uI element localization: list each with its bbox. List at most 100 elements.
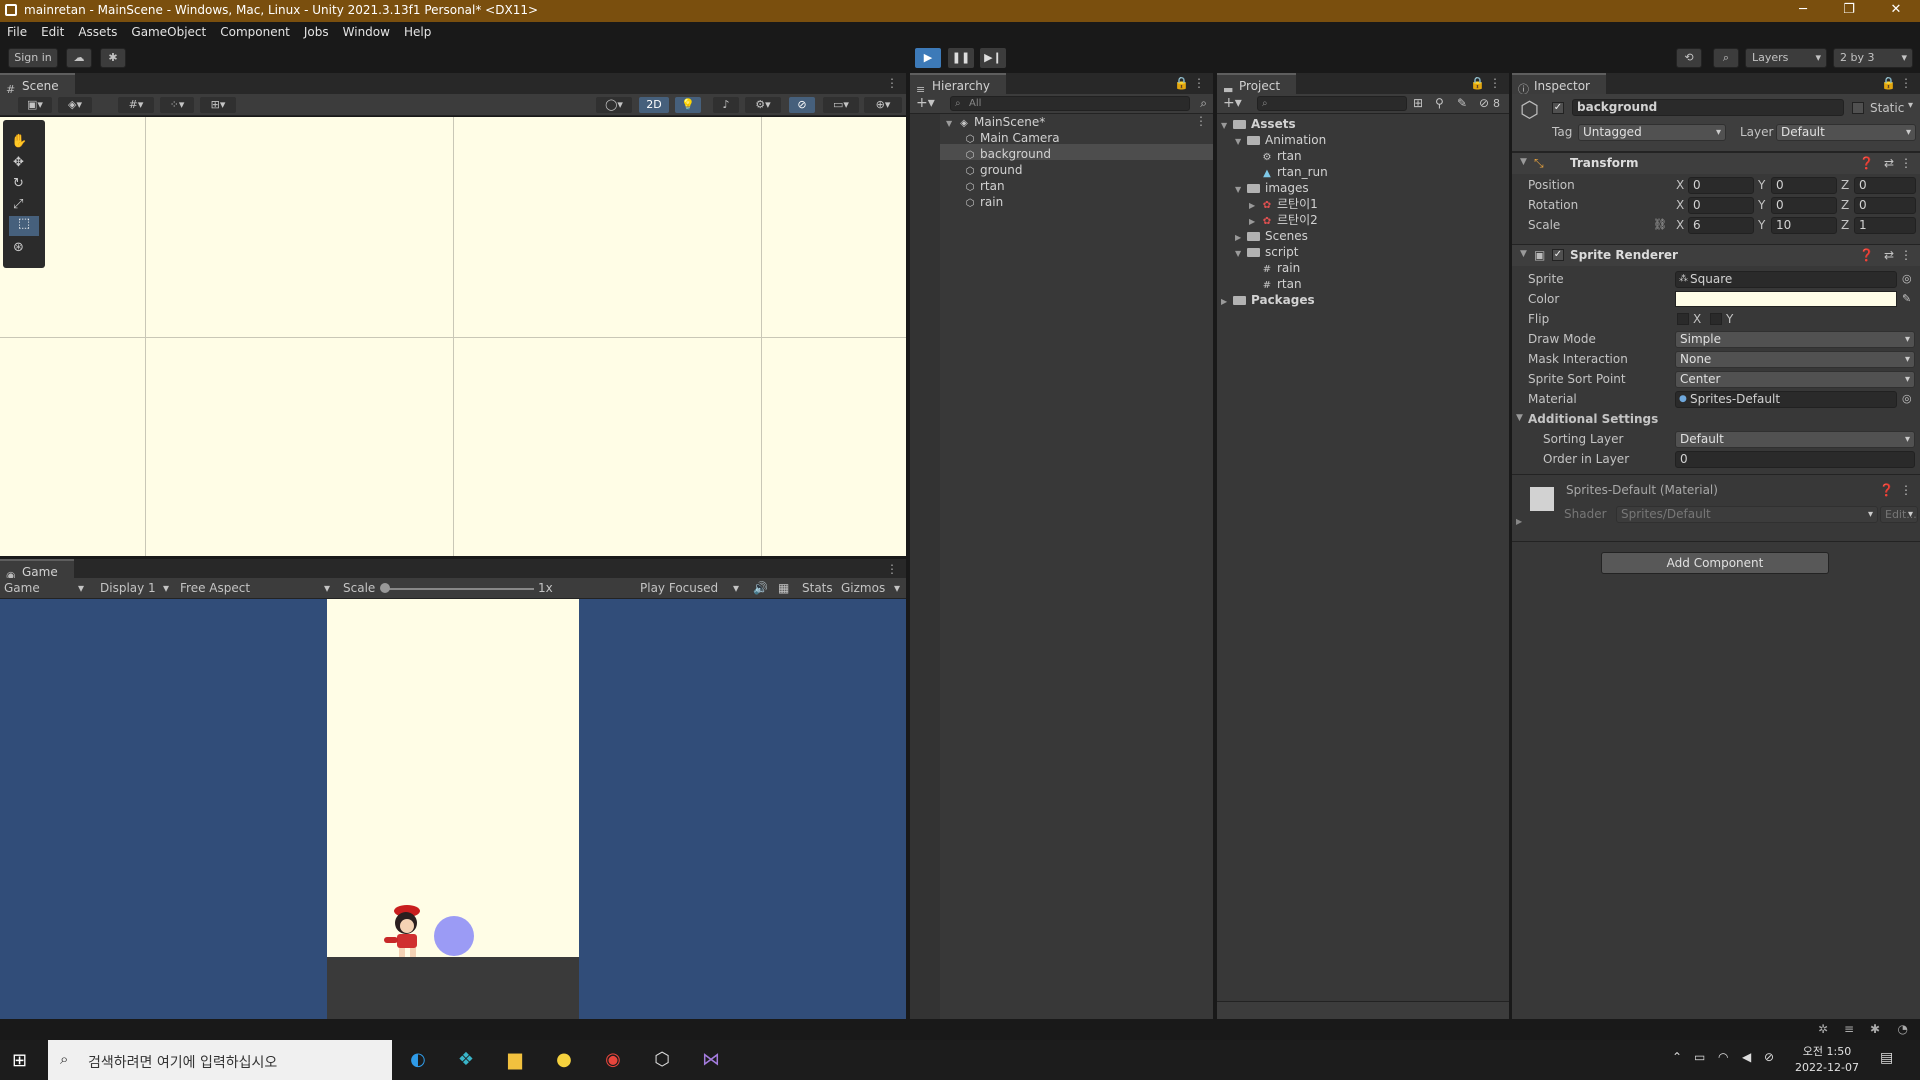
eyedropper-icon[interactable]: ✎ [1902,292,1911,305]
transform-header[interactable]: ▼ ⤡ Transform ❓ ⇄ ⋮ [1512,152,1920,174]
history-icon[interactable]: ⟲ [1676,48,1702,68]
asset-image-2[interactable]: ▶ ✿ 르탄이2 [1221,212,1328,228]
material-field[interactable]: ● Sprites-Default [1675,391,1897,408]
flip-x-checkbox[interactable] [1677,313,1689,325]
position-z-field[interactable]: 0 [1854,177,1916,194]
tray-chevron-icon[interactable]: ⌃ [1672,1050,1682,1064]
shading-dropdown[interactable]: ◯▾ [596,97,632,113]
more-menu-icon[interactable]: ⋮ [1489,76,1501,90]
aspect-dropdown[interactable]: Free Aspect [180,581,250,595]
game-view-dropdown[interactable]: Game [4,581,40,595]
visibility-toggle-icon[interactable]: ⊘ [789,97,815,113]
enabled-checkbox[interactable]: ✓ [1552,249,1564,261]
object-picker-icon[interactable]: ◎ [1902,392,1912,405]
hidden-packages-icon[interactable]: ⊘ [1479,96,1489,110]
add-object-icon[interactable]: +▾ [916,95,935,111]
search-by-type-icon[interactable]: ⊞ [1413,96,1423,110]
close-button[interactable]: ✕ [1873,0,1919,22]
minimize-button[interactable]: ─ [1780,0,1826,22]
lock-icon[interactable]: 🔒 [1470,76,1485,90]
increment-dropdown[interactable]: ⊞▾ [200,97,236,113]
flow-icon[interactable]: ❖ [448,1042,484,1078]
clock-date[interactable]: 2022-12-07 [1792,1061,1862,1074]
active-checkbox[interactable]: ✓ [1552,102,1564,114]
rotation-z-field[interactable]: 0 [1854,197,1916,214]
layout-dropdown[interactable]: 2 by 3 ▾ [1833,48,1913,68]
stats-icon[interactable]: ▦ [778,581,789,595]
flip-y-checkbox[interactable] [1710,313,1722,325]
sign-in-button[interactable]: Sign in [8,48,58,68]
menu-assets[interactable]: Assets [71,22,124,43]
2d-toggle-button[interactable]: 2D [639,97,669,113]
maximize-button[interactable]: ❐ [1826,0,1872,22]
static-checkbox[interactable] [1852,102,1864,114]
component-menu-icon[interactable]: ⋮ [1900,248,1912,262]
progress-icon[interactable]: ◔ [1898,1022,1908,1036]
gizmos-button[interactable]: Gizmos [841,581,885,595]
help-icon[interactable]: ❓ [1859,156,1874,170]
grid-snap-dropdown[interactable]: #▾ [118,97,154,113]
search-by-label-icon[interactable]: ⚲ [1435,96,1444,110]
foldout-arrow-icon[interactable]: ▼ [1516,413,1523,423]
position-x-field[interactable]: 0 [1688,177,1754,194]
asset-image-1[interactable]: ▶ ✿ 르탄이1 [1221,196,1328,212]
lock-icon[interactable]: 🔒 [1174,76,1189,90]
play-mode-dropdown[interactable]: Play Focused [640,581,718,595]
foldout-arrow-icon[interactable]: ▶ [1516,517,1522,526]
mute-audio-icon[interactable]: 🔊 [753,581,768,595]
taskbar-search-box[interactable]: ⌕ 검색하려면 여기에 입력하십시오 [48,1040,392,1080]
scale-slider[interactable] [384,588,534,590]
mask-interaction-dropdown[interactable]: None [1675,351,1915,368]
component-menu-icon[interactable]: ⋮ [1900,156,1912,170]
windows-start-icon[interactable]: ⊞ [12,1050,27,1071]
cloud-icon[interactable]: ☁ [66,48,92,68]
order-in-layer-field[interactable]: 0 [1675,451,1915,468]
tag-dropdown[interactable]: Untagged [1578,124,1726,141]
scale-slider-handle[interactable] [380,583,390,593]
asset-rtan-controller[interactable]: ⚙ rtan [1221,148,1328,164]
component-menu-icon[interactable]: ⋮ [1900,483,1912,497]
more-menu-icon[interactable]: ⋮ [886,562,898,576]
lock-icon[interactable]: 🔒 [1881,76,1896,90]
notification-icon[interactable]: ▤ [1880,1050,1893,1066]
asset-script-rain[interactable]: # rain [1221,260,1328,276]
ime-icon[interactable]: ⊘ [1764,1050,1774,1064]
transform-tool-icon[interactable]: ⊛ [13,240,24,255]
battery-icon[interactable]: ▭ [1694,1050,1705,1064]
play-button[interactable]: ▶ [915,48,941,68]
folder-animation[interactable]: ▼ Animation [1221,132,1328,148]
menu-window[interactable]: Window [336,22,397,43]
more-menu-icon[interactable]: ⋮ [1193,76,1205,90]
scene-row[interactable]: ▼ ◈ MainScene* [946,114,1060,130]
more-menu-icon[interactable]: ⋮ [886,76,898,90]
link-scale-icon[interactable]: ⛓ [1653,218,1667,231]
asset-script-rtan[interactable]: # rtan [1221,276,1328,292]
presets-icon[interactable]: ⇄ [1884,248,1894,262]
project-search-input[interactable]: ⌕ [1257,96,1407,111]
folder-script[interactable]: ▼ script [1221,244,1328,260]
menu-help[interactable]: Help [397,22,438,43]
network-icon[interactable]: ◠ [1718,1050,1728,1064]
snap-dropdown[interactable]: ⁘▾ [160,97,194,113]
lighting-toggle-icon[interactable]: 💡 [675,97,701,113]
menu-jobs[interactable]: Jobs [297,22,336,43]
collab-icon[interactable]: ✱ [100,48,126,68]
favorite-icon[interactable]: ✎ [1457,96,1467,110]
visual-studio-icon[interactable]: ⋈ [693,1042,729,1078]
hierarchy-item-rtan[interactable]: ⬡ rtan [946,178,1060,194]
search-icon[interactable]: ⌕ [1713,48,1739,68]
audio-toggle-icon[interactable]: ♪ [713,97,739,113]
more-menu-icon[interactable]: ⋮ [1900,76,1912,90]
menu-file[interactable]: File [0,22,34,43]
help-icon[interactable]: ❓ [1879,483,1894,497]
menu-component[interactable]: Component [213,22,297,43]
step-button[interactable]: ▶❙ [980,48,1006,68]
sprite-sort-point-dropdown[interactable]: Center [1675,371,1915,388]
color-swatch[interactable] [1675,291,1897,307]
rotation-x-field[interactable]: 0 [1688,197,1754,214]
position-y-field[interactable]: 0 [1771,177,1837,194]
camera-dropdown[interactable]: ▭▾ [823,97,859,113]
hierarchy-item-main-camera[interactable]: ⬡ Main Camera [946,130,1060,146]
folder-assets[interactable]: ▼ Assets [1221,116,1328,132]
add-component-button[interactable]: Add Component [1601,552,1829,574]
